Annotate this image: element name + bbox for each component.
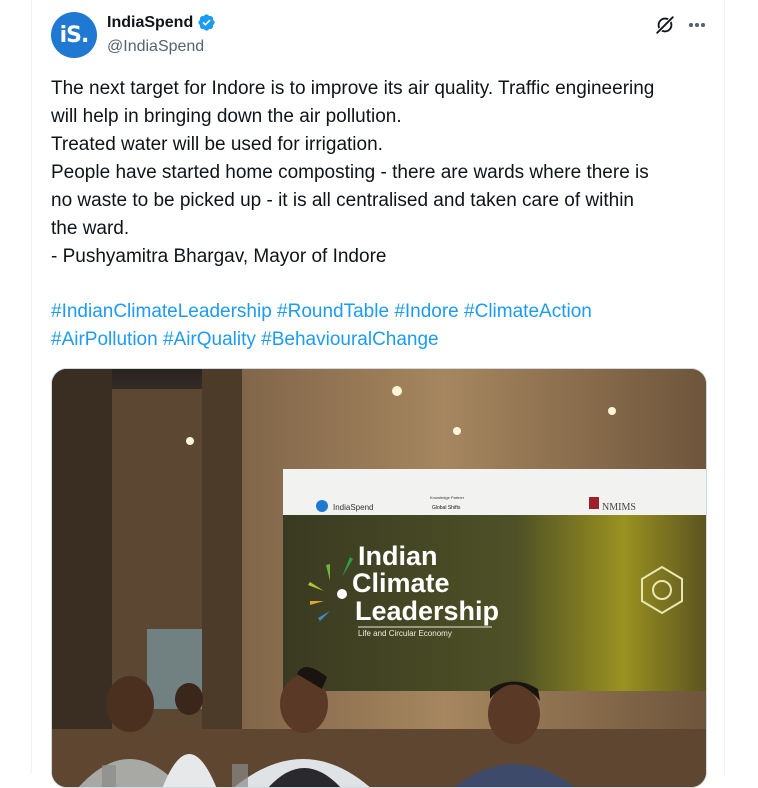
banner-logo-indiaspend: IndiaSpend — [333, 503, 373, 512]
avatar[interactable]: iS. — [51, 12, 97, 58]
banner-logo-nmims: NMIMS — [602, 502, 636, 513]
banner-partner-label: Knowledge Partner — [430, 495, 465, 500]
verified-badge-icon — [197, 13, 216, 32]
banner-title-line: Climate — [352, 568, 450, 598]
hashtag-line: #IndianClimateLeadership #RoundTable #In… — [51, 298, 711, 326]
hashtag-link[interactable]: #AirQuality — [163, 329, 256, 350]
banner-title-line: Leadership — [355, 596, 499, 626]
author-name-row: IndiaSpend — [107, 13, 216, 32]
banner-partner-name: Global Shifts — [432, 505, 461, 511]
banner-subtitle: Life and Circular Economy — [358, 629, 452, 638]
tweet-text: The next target for Indore is to improve… — [51, 75, 711, 271]
tweet-text-line: the ward. — [51, 215, 711, 243]
author-name[interactable]: IndiaSpend — [107, 14, 193, 32]
banner-title-line: Indian — [358, 541, 438, 571]
hashtag-link[interactable]: #AirPollution — [51, 329, 158, 350]
tweet-text-line: People have started home composting - th… — [51, 159, 711, 187]
more-icon[interactable] — [686, 14, 708, 36]
hashtag-link[interactable]: #IndianClimateLeadership — [51, 301, 272, 322]
author-handle[interactable]: @IndiaSpend — [107, 38, 204, 56]
hashtag-link[interactable]: #RoundTable — [277, 301, 389, 322]
tweet-text-line: will help in bringing down the air pollu… — [51, 103, 711, 131]
hashtag-link[interactable]: #Indore — [394, 301, 458, 322]
tweet-text-line: - Pushyamitra Bhargav, Mayor of Indore — [51, 243, 711, 271]
grok-icon[interactable] — [654, 14, 676, 36]
tweet-text-line: The next target for Indore is to improve… — [51, 75, 711, 103]
hashtag-link[interactable]: #ClimateAction — [464, 301, 592, 322]
hashtag-line: #AirPollution #AirQuality #BehaviouralCh… — [51, 326, 711, 354]
tweet-text-line: no waste to be picked up - it is all cen… — [51, 187, 711, 215]
hashtag-link[interactable]: #BehaviouralChange — [261, 329, 438, 350]
avatar-text: iS. — [60, 23, 89, 48]
photo-illustration: IndiaSpend Knowledge Partner Global Shif… — [52, 369, 707, 788]
tweet-photo[interactable]: IndiaSpend Knowledge Partner Global Shif… — [51, 368, 707, 788]
hashtags: #IndianClimateLeadership #RoundTable #In… — [51, 298, 711, 354]
tweet-text-line: Treated water will be used for irrigatio… — [51, 131, 711, 159]
